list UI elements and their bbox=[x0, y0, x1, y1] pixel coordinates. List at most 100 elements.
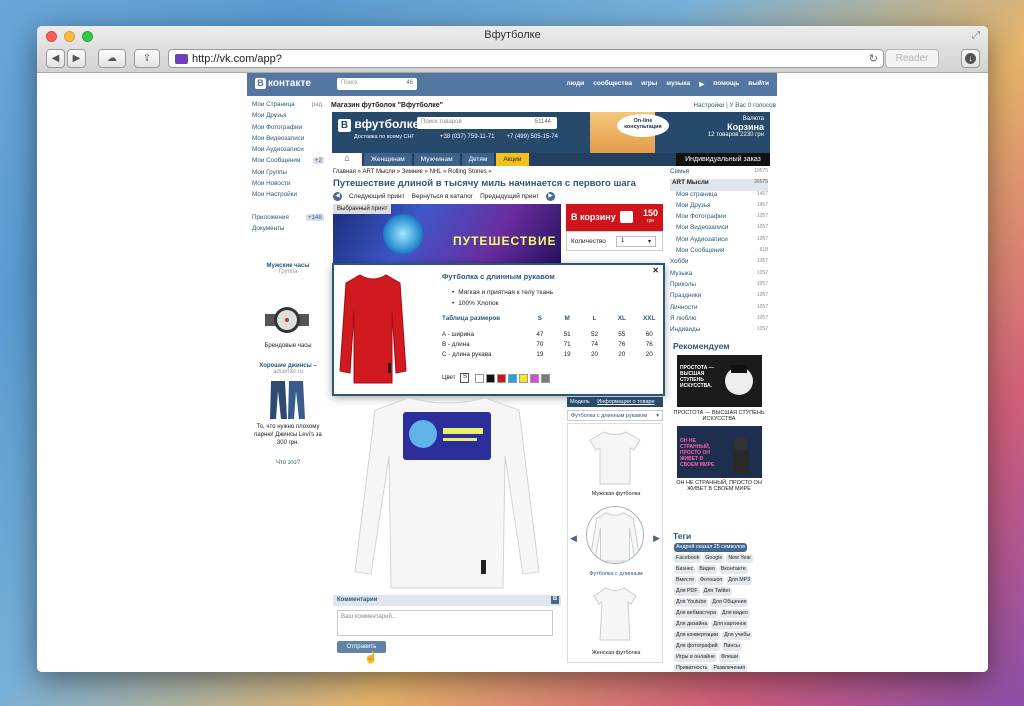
watch-image[interactable] bbox=[265, 305, 309, 335]
ad-watches[interactable]: Мужские часы Группа bbox=[252, 263, 324, 275]
forward-button[interactable]: ▶ bbox=[67, 49, 86, 68]
category-item[interactable]: Личности 1057 bbox=[670, 304, 768, 315]
back-button[interactable]: ◀ bbox=[46, 49, 65, 68]
tab-custom-order[interactable]: Индивидуальный заказ bbox=[676, 153, 770, 166]
sidebar-item[interactable]: Мои Сообщения +2 bbox=[252, 157, 324, 168]
color-swatch[interactable] bbox=[530, 373, 540, 383]
tag[interactable]: Приватность bbox=[674, 664, 710, 672]
tag[interactable]: Бизнес bbox=[674, 565, 696, 574]
sidebar-item[interactable]: Мои Аудиозаписи bbox=[252, 146, 324, 157]
tab-sale[interactable]: Акции bbox=[496, 153, 529, 166]
sidebar-item[interactable]: Мои Настройки bbox=[252, 191, 324, 202]
next-print-link[interactable]: Следующий принт bbox=[349, 193, 405, 200]
tag[interactable]: Для Общения bbox=[710, 598, 749, 607]
category-item[interactable]: Я люблю 1057 bbox=[670, 315, 768, 326]
recommend-caption[interactable]: ОН НЕ СТРАННЫЙ, ПРОСТО ОН ЖИВЕТ В СВОЕМ … bbox=[673, 480, 765, 492]
tag[interactable]: Фотошоп bbox=[698, 576, 725, 585]
sidebar-item[interactable]: Мои Группы bbox=[252, 169, 324, 180]
tab-men[interactable]: Мужчинам bbox=[413, 153, 460, 166]
category-item[interactable]: Хобби 1057 bbox=[670, 258, 768, 269]
tag[interactable]: Для учебы bbox=[722, 631, 753, 640]
reload-icon[interactable]: ↻ bbox=[869, 52, 878, 65]
tab-kids[interactable]: Детям bbox=[461, 153, 495, 166]
play-icon[interactable]: ▶ bbox=[699, 80, 704, 88]
sidebar-item-badge[interactable]: ред. bbox=[312, 101, 324, 108]
tag[interactable]: Андрей сказал 25 символов bbox=[674, 543, 747, 552]
tag[interactable]: Пинсы bbox=[721, 642, 742, 651]
sidebar-item-badge[interactable]: +2 bbox=[312, 157, 324, 165]
next-arrow-icon[interactable]: ▶ bbox=[546, 192, 556, 201]
tag[interactable]: Для Youtube bbox=[674, 598, 709, 607]
category-item[interactable]: Мои Сообщения 618 bbox=[670, 247, 768, 258]
tag[interactable]: Игры в онлайне bbox=[674, 653, 717, 662]
tag[interactable]: Для фотографий bbox=[674, 642, 720, 651]
icloud-icon[interactable]: ☁ bbox=[98, 49, 126, 68]
vk-search-input[interactable]: Поиск 46 bbox=[337, 78, 417, 90]
color-swatch[interactable] bbox=[497, 373, 507, 383]
color-swatch[interactable] bbox=[475, 373, 485, 383]
category-item[interactable]: Праздники 1057 bbox=[670, 292, 768, 303]
fullscreen-icon[interactable]: ⤢ bbox=[972, 30, 980, 41]
nav-communities[interactable]: сообщества bbox=[593, 80, 632, 88]
color-swatch[interactable] bbox=[519, 373, 529, 383]
prev-print-link[interactable]: Предыдущий принт bbox=[480, 193, 539, 200]
back-to-catalog-link[interactable]: Вернуться в каталог bbox=[412, 193, 473, 200]
thumb-mens-tshirt[interactable] bbox=[586, 428, 644, 486]
tag[interactable]: Для картинок bbox=[711, 620, 749, 629]
nav-games[interactable]: игры bbox=[641, 80, 657, 88]
sidebar-item[interactable]: Мои Страница ред. bbox=[252, 101, 324, 112]
thumb-next-arrow-icon[interactable]: ▶ bbox=[653, 533, 660, 544]
thumb-longsleeve[interactable] bbox=[586, 506, 644, 564]
quantity-select[interactable]: 1 ▾ bbox=[616, 236, 656, 247]
sidebar-item[interactable]: Мои Друзья bbox=[252, 112, 324, 123]
tag[interactable]: Facebook bbox=[674, 554, 702, 563]
tag[interactable]: Для конвертации bbox=[674, 631, 721, 640]
tag[interactable]: Google bbox=[703, 554, 725, 563]
tag[interactable]: New Year bbox=[726, 554, 754, 563]
tag[interactable]: Для дизайна bbox=[674, 620, 710, 629]
recommend-caption[interactable]: ПРОСТОТА — ВЫСШАЯ СТУПЕНЬ ИСКУССТВА bbox=[673, 410, 765, 422]
category-item[interactable]: Мои Аудиозаписи 1057 bbox=[670, 236, 768, 247]
sidebar-item[interactable]: Приложения +148 bbox=[252, 213, 324, 225]
category-item[interactable]: Музыка 1057 bbox=[670, 270, 768, 281]
downloads-button[interactable]: ↓ bbox=[961, 49, 980, 68]
jeans-image[interactable] bbox=[265, 381, 309, 419]
category-item[interactable]: Мои Фотографии 1057 bbox=[670, 213, 768, 224]
color-swatch[interactable] bbox=[486, 373, 496, 383]
sidebar-item[interactable]: Документы bbox=[252, 225, 324, 236]
thumb-womens-tshirt[interactable] bbox=[586, 584, 644, 642]
nav-help[interactable]: помощь bbox=[713, 80, 739, 88]
tab-product-info[interactable]: Информация о товаре bbox=[597, 399, 654, 405]
tag[interactable]: Видео bbox=[697, 565, 717, 574]
sidebar-item[interactable]: Мои Видеозаписи bbox=[252, 135, 324, 146]
home-icon[interactable]: ⌂ bbox=[332, 153, 362, 166]
share-icon[interactable]: ⇪ bbox=[134, 49, 160, 68]
model-select[interactable]: Футболка с длинным рукавом ▾ bbox=[567, 410, 663, 421]
sidebar-item-badge[interactable]: +148 bbox=[305, 213, 324, 221]
shop-search-input[interactable]: Поиск товаров 51144 bbox=[417, 117, 557, 129]
send-comment-button[interactable]: Отправить bbox=[337, 641, 386, 653]
sidebar-item[interactable]: Мои Новости bbox=[252, 180, 324, 191]
online-consult-bubble[interactable]: On-line консультация bbox=[617, 114, 669, 137]
color-swatch[interactable] bbox=[541, 373, 551, 383]
address-bar[interactable]: http://vk.com/app? ↻ bbox=[168, 49, 884, 68]
print-image[interactable]: Выбранный принт ПУТЕШЕСТВИЕ bbox=[333, 204, 561, 263]
ad-jeans[interactable]: Хорошие джинсы – adcenter.ru bbox=[252, 363, 324, 375]
tag[interactable]: Для MP3 bbox=[726, 576, 753, 585]
breadcrumb[interactable]: Главная » ART Мысли » Зимние » NHL » Rol… bbox=[333, 169, 492, 175]
category-item[interactable]: Мои Друзья 1457 bbox=[670, 202, 768, 213]
size-selected[interactable]: S bbox=[460, 373, 470, 383]
tab-women[interactable]: Женщинам bbox=[364, 153, 412, 166]
sidebar-item[interactable]: Мои Фотографии bbox=[252, 124, 324, 135]
tag[interactable]: Для PDF bbox=[674, 587, 700, 596]
comments-toggle-icon[interactable]: В bbox=[551, 596, 559, 604]
tag[interactable]: Для Twitter bbox=[701, 587, 733, 596]
nav-music[interactable]: музыка bbox=[666, 80, 690, 88]
close-icon[interactable]: ✕ bbox=[652, 266, 659, 275]
color-swatch[interactable] bbox=[508, 373, 518, 383]
reader-button[interactable]: Reader bbox=[885, 49, 939, 68]
shop-logo[interactable]: В вфутболке bbox=[338, 117, 419, 132]
category-item[interactable]: Мои Видеозаписи 1057 bbox=[670, 224, 768, 235]
tag[interactable]: Для видео bbox=[720, 609, 750, 618]
app-settings[interactable]: Настройки | У Вас 0 голосов bbox=[694, 102, 776, 109]
